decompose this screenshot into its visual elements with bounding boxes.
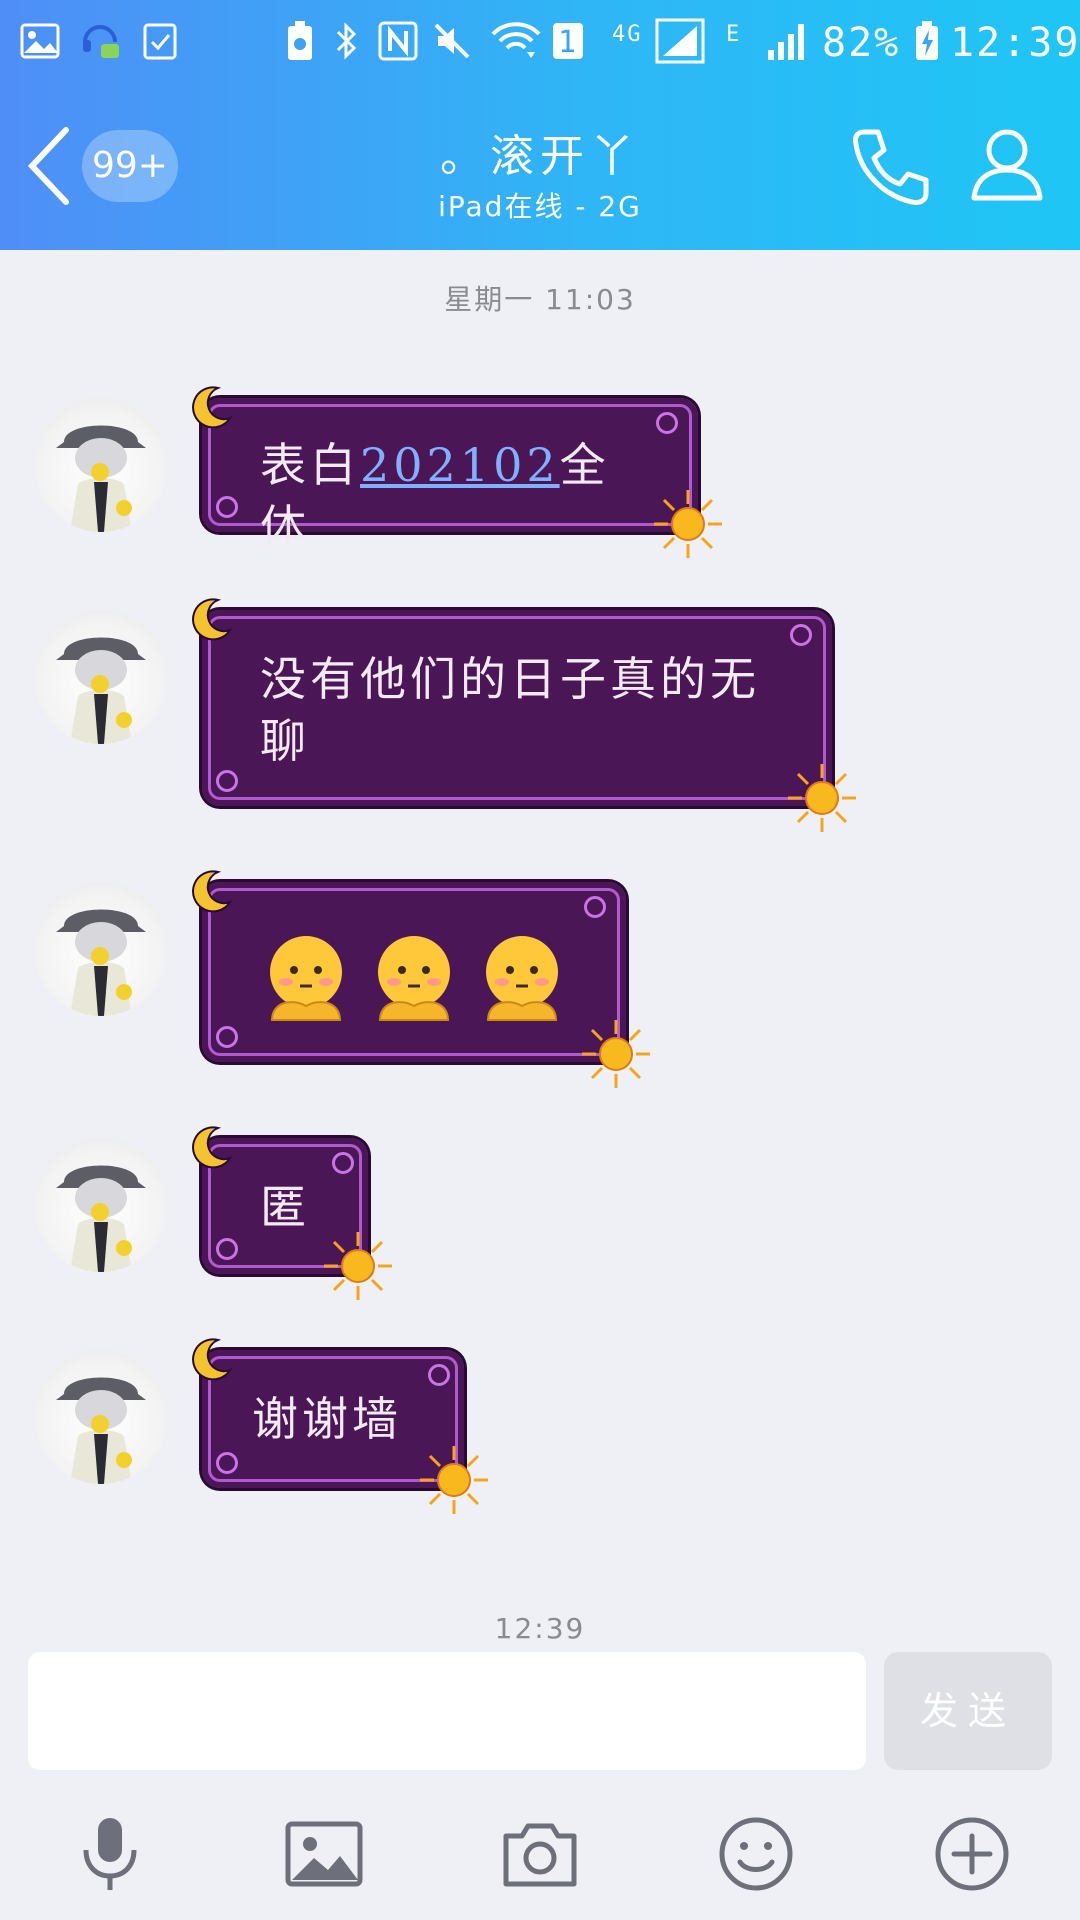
sender-avatar[interactable] bbox=[34, 1138, 168, 1272]
battery-percent: 82% bbox=[822, 20, 901, 66]
task-notification-icon bbox=[138, 18, 182, 64]
avatar-image bbox=[56, 425, 146, 532]
message-link[interactable]: 202102 bbox=[360, 438, 560, 492]
bubble-ornament bbox=[584, 896, 606, 918]
bubble-ornament bbox=[428, 1364, 450, 1386]
message-text-part: 表白 bbox=[260, 438, 360, 492]
sender-avatar[interactable] bbox=[34, 882, 168, 1016]
avatar-image bbox=[56, 637, 146, 744]
message-bubble[interactable]: 谢谢墙 bbox=[192, 1338, 488, 1514]
battery-saver-icon bbox=[282, 18, 318, 64]
contact-name[interactable]: 。滚开丫 bbox=[330, 120, 750, 184]
bubble-ornament bbox=[216, 496, 238, 518]
avatar-image bbox=[56, 1165, 146, 1272]
signal-1-icon bbox=[654, 18, 706, 64]
plus-icon bbox=[935, 1817, 1009, 1891]
camera-icon bbox=[503, 1823, 577, 1887]
network-4g-label: 4G bbox=[612, 22, 643, 47]
sim-1-label: 1 bbox=[558, 25, 579, 60]
sender-avatar[interactable] bbox=[34, 1350, 168, 1484]
sun-decoration-icon bbox=[420, 1446, 488, 1514]
bubble-ornament bbox=[216, 1452, 238, 1474]
image-icon bbox=[285, 1821, 363, 1887]
shy-face-emoji-icon bbox=[270, 936, 342, 1021]
image-picker-button[interactable] bbox=[284, 1814, 364, 1894]
message-bubble[interactable]: 匿 bbox=[192, 1126, 392, 1300]
contact-status: iPad在线 - 2G bbox=[438, 190, 642, 223]
contact-profile-button[interactable] bbox=[968, 124, 1046, 204]
message-text: 表白202102全体 bbox=[260, 434, 658, 558]
person-icon bbox=[971, 129, 1043, 201]
bluetooth-icon bbox=[330, 18, 364, 64]
sun-decoration-icon bbox=[654, 490, 722, 558]
avatar-image bbox=[56, 909, 146, 1016]
shy-face-emoji-icon bbox=[378, 936, 450, 1021]
gallery-notification-icon bbox=[18, 18, 62, 64]
clock: 12:39 bbox=[950, 20, 1080, 66]
moon-decoration-icon bbox=[192, 386, 233, 429]
time-separator: 星期一 11:03 bbox=[444, 283, 636, 316]
bubble-ornament bbox=[216, 1026, 238, 1048]
bubble-ornament bbox=[332, 1152, 354, 1174]
emoji-icon bbox=[719, 1817, 793, 1891]
bubble-ornament bbox=[216, 770, 238, 792]
time-separator: 12:39 bbox=[494, 1612, 586, 1645]
wifi-icon bbox=[488, 18, 544, 64]
back-button[interactable] bbox=[22, 120, 76, 212]
sun-decoration-icon bbox=[582, 1020, 650, 1088]
sun-decoration-icon bbox=[788, 764, 856, 832]
send-button[interactable]: 发送 bbox=[884, 1652, 1052, 1770]
message-bubble[interactable]: 没有他们的日子真的无聊 bbox=[192, 598, 856, 832]
qq-notification-icon bbox=[78, 18, 122, 64]
microphone-icon bbox=[83, 1818, 137, 1890]
sender-avatar[interactable] bbox=[34, 398, 168, 532]
voice-input-button[interactable] bbox=[70, 1814, 150, 1894]
bubble-ornament bbox=[790, 624, 812, 646]
message-text: 谢谢墙 bbox=[252, 1392, 402, 1446]
phone-icon bbox=[853, 129, 929, 205]
signal-2-icon bbox=[762, 18, 812, 64]
camera-button[interactable] bbox=[500, 1814, 580, 1894]
moon-decoration-icon bbox=[192, 1126, 233, 1169]
moon-decoration-icon bbox=[192, 1338, 233, 1381]
message-input[interactable] bbox=[28, 1652, 866, 1770]
sender-avatar[interactable] bbox=[34, 610, 168, 744]
moon-decoration-icon bbox=[192, 870, 233, 913]
unread-count-badge[interactable]: 99+ bbox=[82, 130, 178, 202]
chat-header: 1 4G E 82% 12:39 99+ 。滚开丫 iPad在线 - 2G bbox=[0, 0, 1080, 250]
voice-call-button[interactable] bbox=[848, 124, 932, 208]
message-bubble[interactable]: 表白202102全体 bbox=[192, 386, 722, 558]
network-e-label: E bbox=[726, 22, 742, 47]
message-text: 没有他们的日子真的无聊 bbox=[260, 652, 760, 768]
battery-charging-icon bbox=[912, 18, 942, 64]
status-bar: 1 4G E 82% 12:39 bbox=[0, 0, 1080, 84]
nfc-icon bbox=[376, 18, 420, 64]
mute-icon bbox=[430, 18, 474, 64]
message-text: 匿 bbox=[260, 1180, 310, 1234]
moon-decoration-icon bbox=[192, 598, 233, 641]
shy-face-emoji-icon bbox=[486, 936, 558, 1021]
avatar-image bbox=[56, 1377, 146, 1484]
emoji-button[interactable] bbox=[716, 1814, 796, 1894]
bubble-ornament bbox=[216, 1238, 238, 1260]
sun-decoration-icon bbox=[324, 1232, 392, 1300]
bubble-ornament bbox=[656, 412, 678, 434]
chevron-left-icon bbox=[27, 127, 69, 205]
more-options-button[interactable] bbox=[932, 1814, 1012, 1894]
message-bubble[interactable] bbox=[192, 870, 650, 1088]
